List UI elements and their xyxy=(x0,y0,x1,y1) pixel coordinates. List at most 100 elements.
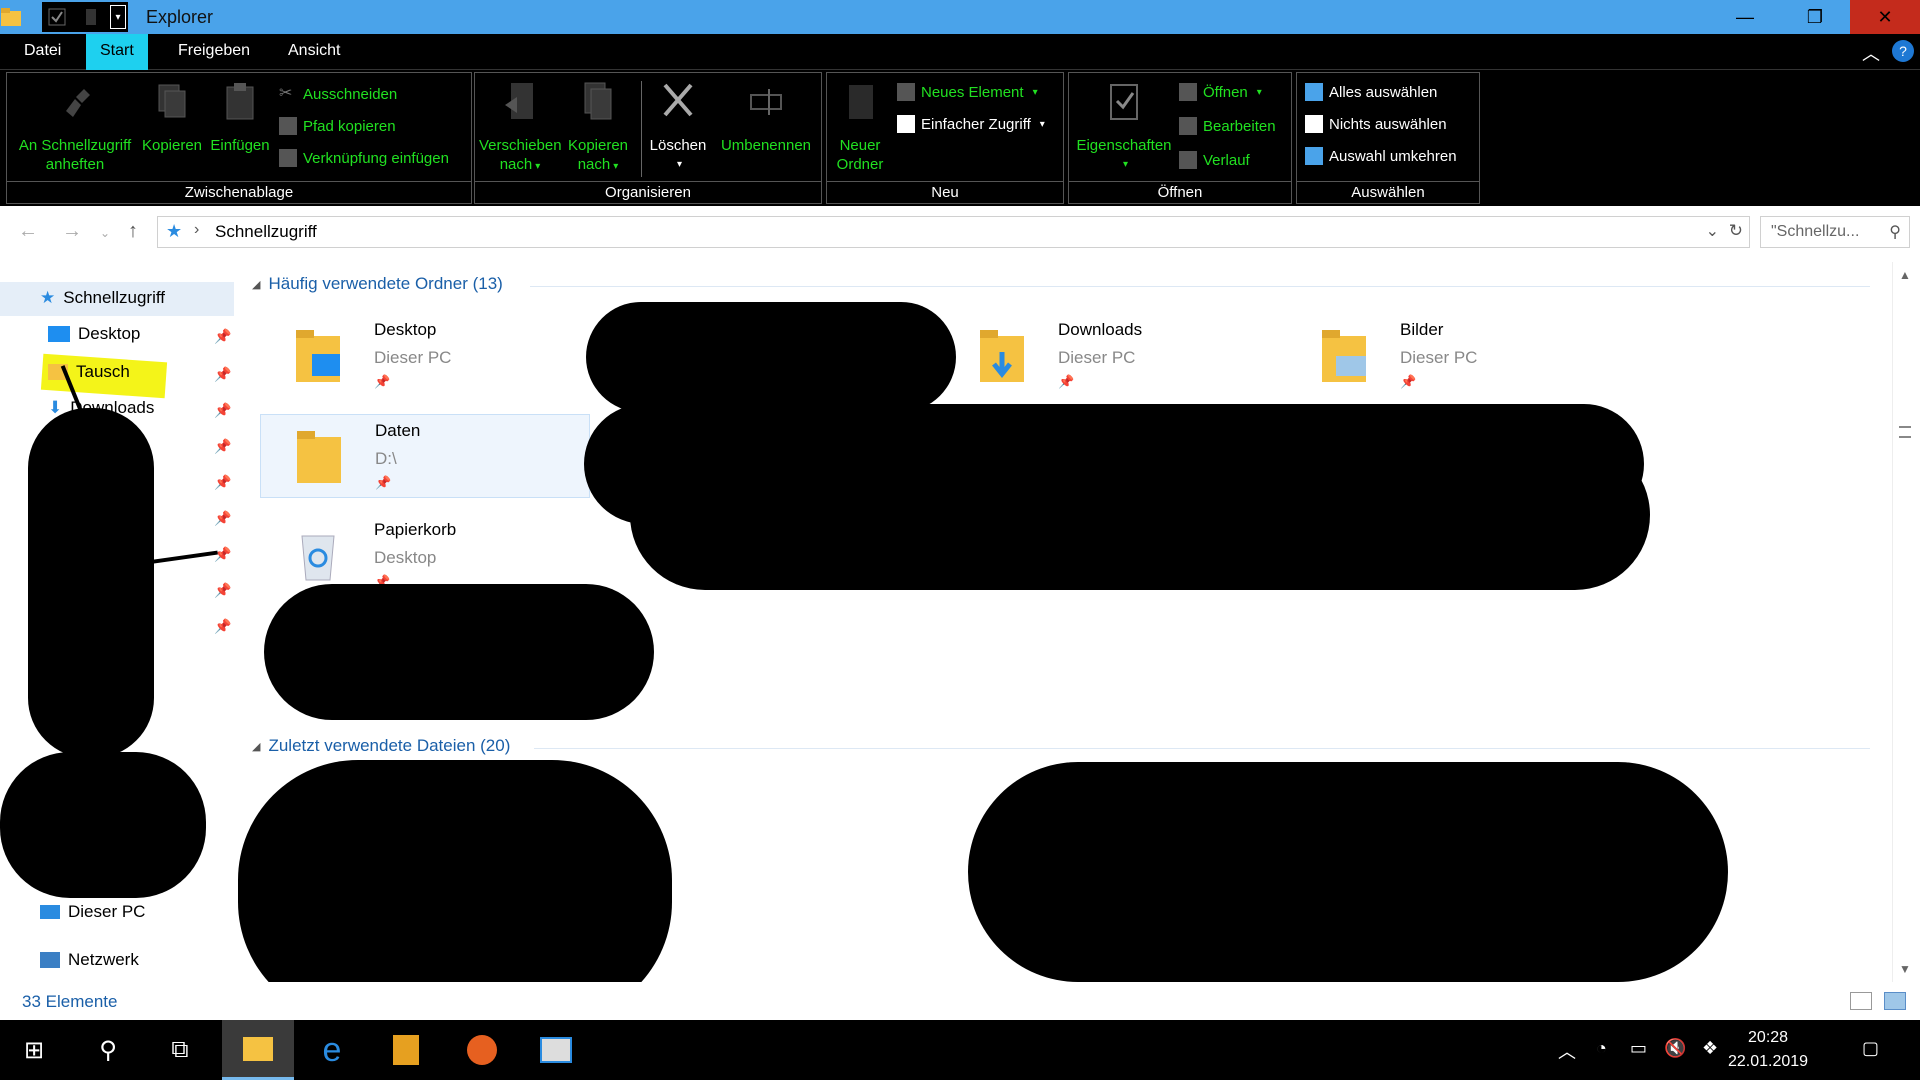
vertical-scrollbar[interactable]: ▲ ▼ xyxy=(1892,262,1916,982)
details-view-icon[interactable] xyxy=(1850,992,1872,1010)
select-group-label: Auswählen xyxy=(1297,181,1479,203)
battery-icon[interactable]: ▭ xyxy=(1630,1038,1647,1059)
pin-icon-desktop[interactable]: 📌 xyxy=(214,328,231,345)
tile-daten[interactable]: Daten D:\ 📌 xyxy=(260,414,590,498)
nav-item-quick-access[interactable]: ★ Schnellzugriff xyxy=(40,288,165,308)
address-bar[interactable]: ★ › Schnellzugriff ⌄ ↻ xyxy=(157,216,1750,248)
properties-qa-icon[interactable] xyxy=(48,8,66,26)
pin-icon-9[interactable]: 📌 xyxy=(214,618,231,635)
up-arrow-icon[interactable]: ↑ xyxy=(128,220,138,243)
pin-icon-8[interactable]: 📌 xyxy=(214,582,231,599)
tab-start[interactable]: Start xyxy=(86,34,148,70)
new-item-button[interactable]: Neues Element ▾ xyxy=(897,83,1038,101)
wifi-icon[interactable]: ◔ xyxy=(1596,1038,1607,1059)
clock[interactable]: 20:28 22.01.2019 xyxy=(1728,1026,1808,1074)
tab-freigeben[interactable]: Freigeben xyxy=(164,34,264,70)
properties-button[interactable]: Eigenschaften ▾ xyxy=(1071,81,1177,174)
easy-access-button[interactable]: Einfacher Zugriff ▾ xyxy=(897,115,1045,133)
nav-item-this-pc[interactable]: Dieser PC xyxy=(40,902,145,922)
network-icon xyxy=(40,952,60,968)
cut-button[interactable]: ✂ Ausschneiden xyxy=(279,85,397,103)
paste-button[interactable]: Einfügen xyxy=(205,81,275,155)
scroll-up-arrow-icon[interactable]: ▲ xyxy=(1899,268,1911,282)
invert-selection-label: Auswahl umkehren xyxy=(1329,147,1457,165)
tiles-view-icon[interactable] xyxy=(1884,992,1906,1010)
pin-icon-6[interactable]: 📌 xyxy=(214,510,231,527)
nav-item-desktop[interactable]: Desktop xyxy=(48,324,140,344)
refresh-icon[interactable]: ↻ xyxy=(1729,221,1743,241)
explorer-taskbar-icon[interactable] xyxy=(222,1020,294,1080)
tile-name: Papierkorb xyxy=(374,520,457,539)
notifications-icon[interactable]: ▢ xyxy=(1862,1038,1879,1059)
maximize-button[interactable]: ❐ xyxy=(1780,0,1850,34)
select-group: Alles auswählen Nichts auswählen Auswahl… xyxy=(1296,72,1480,204)
breadcrumb-quick-access[interactable]: Schnellzugriff xyxy=(215,222,317,242)
edge-icon[interactable]: e xyxy=(312,1030,352,1070)
volume-muted-icon[interactable]: 🔇 xyxy=(1664,1038,1686,1059)
select-all-button[interactable]: Alles auswählen xyxy=(1305,83,1437,101)
tile-pictures[interactable]: Bilder Dieser PC 📌 xyxy=(1286,314,1616,398)
frequent-folders-header[interactable]: ◢ Häufig verwendete Ordner (13) xyxy=(252,274,503,294)
scroll-down-arrow-icon[interactable]: ▼ xyxy=(1899,962,1911,976)
pin-icon-downloads[interactable]: 📌 xyxy=(214,402,231,419)
close-button[interactable]: ✕ xyxy=(1850,0,1920,34)
easy-access-icon xyxy=(897,115,915,133)
newfolder-qa-icon[interactable] xyxy=(82,8,100,26)
tile-desktop[interactable]: Desktop Dieser PC 📌 xyxy=(260,314,590,398)
tab-datei[interactable]: Datei xyxy=(10,34,75,70)
pin-icon-tausch[interactable]: 📌 xyxy=(214,366,231,383)
pin-icon-4[interactable]: 📌 xyxy=(214,438,231,455)
downloads-folder-icon xyxy=(980,330,1024,382)
delete-button[interactable]: Löschen ▾ xyxy=(645,81,711,174)
address-dropdown-icon[interactable]: ⌄ xyxy=(1706,221,1719,241)
new-folder-button[interactable]: Neuer Ordner xyxy=(829,81,891,174)
taskbar: ⊞ ⚲ ⧉ e ︿ ◔ ▭ 🔇 ❖ 20:28 22.01.2019 ▢ xyxy=(0,1020,1920,1080)
recent-locations-icon[interactable]: ⌄ xyxy=(100,226,110,240)
open-button[interactable]: Öffnen ▾ xyxy=(1179,83,1262,101)
daten-folder-icon xyxy=(297,431,341,483)
task-view-icon[interactable]: ⧉ xyxy=(160,1030,200,1070)
help-icon[interactable]: ? xyxy=(1892,40,1914,62)
select-none-button[interactable]: Nichts auswählen xyxy=(1305,115,1447,133)
qa-customize-dropdown[interactable]: ▾ xyxy=(110,5,126,29)
edit-button[interactable]: Bearbeiten xyxy=(1179,117,1276,135)
dropbox-icon[interactable]: ❖ xyxy=(1702,1038,1718,1059)
back-arrow-icon[interactable]: ← xyxy=(18,220,38,243)
firefox-icon[interactable] xyxy=(462,1030,502,1070)
copy-to-button[interactable]: Kopieren nach ▾ xyxy=(561,81,635,176)
windows-start-icon[interactable]: ⊞ xyxy=(14,1030,54,1070)
tile-downloads[interactable]: Downloads Dieser PC 📌 xyxy=(944,314,1274,398)
new-folder-label-1: Neuer xyxy=(839,137,881,154)
copy-path-button[interactable]: Pfad kopieren xyxy=(279,117,396,135)
scroll-thumb[interactable] xyxy=(1899,426,1911,438)
easy-access-label: Einfacher Zugriff xyxy=(921,115,1031,133)
forward-arrow-icon[interactable]: → xyxy=(62,220,82,243)
history-button[interactable]: Verlauf xyxy=(1179,151,1250,169)
pictures-folder-icon xyxy=(1322,330,1366,382)
collapse-ribbon-icon[interactable]: ︿ xyxy=(1862,40,1880,66)
nav-item-network[interactable]: Netzwerk xyxy=(40,950,139,970)
clipboard-group: An Schnellzugriff anheften Kopieren Einf… xyxy=(6,72,472,204)
search-input[interactable]: "Schnellzu... ⚲ xyxy=(1760,216,1910,248)
invert-selection-button[interactable]: Auswahl umkehren xyxy=(1305,147,1457,165)
pin-quick-access-button[interactable]: An Schnellzugriff anheften xyxy=(11,81,139,174)
copy-button[interactable]: Kopieren xyxy=(137,81,207,155)
delete-label: Löschen xyxy=(649,137,707,154)
recent-files-header[interactable]: ◢ Zuletzt verwendete Dateien (20) xyxy=(252,736,510,756)
tray-overflow-icon[interactable]: ︿ xyxy=(1558,1038,1576,1064)
new-folder-label-2: Ordner xyxy=(836,156,884,173)
app-window-icon[interactable] xyxy=(536,1030,576,1070)
search-icon[interactable]: ⚲ xyxy=(88,1030,128,1070)
minimize-button[interactable]: — xyxy=(1710,0,1780,34)
nav-item-tausch[interactable]: Tausch xyxy=(48,362,130,382)
tab-ansicht[interactable]: Ansicht xyxy=(274,34,354,70)
move-to-button[interactable]: Verschieben nach ▾ xyxy=(479,81,562,176)
move-label-2: nach xyxy=(499,156,533,173)
quick-access-toolbar[interactable]: ▾ xyxy=(42,2,128,32)
rename-button[interactable]: Umbenennen xyxy=(713,81,819,155)
pin-icon-5[interactable]: 📌 xyxy=(214,474,231,491)
paste-shortcut-button[interactable]: Verknüpfung einfügen xyxy=(279,149,449,167)
recent-files-label: Zuletzt verwendete Dateien (20) xyxy=(268,736,511,755)
archive-app-icon[interactable] xyxy=(386,1030,426,1070)
breadcrumb-chevron-icon[interactable]: › xyxy=(194,221,199,239)
